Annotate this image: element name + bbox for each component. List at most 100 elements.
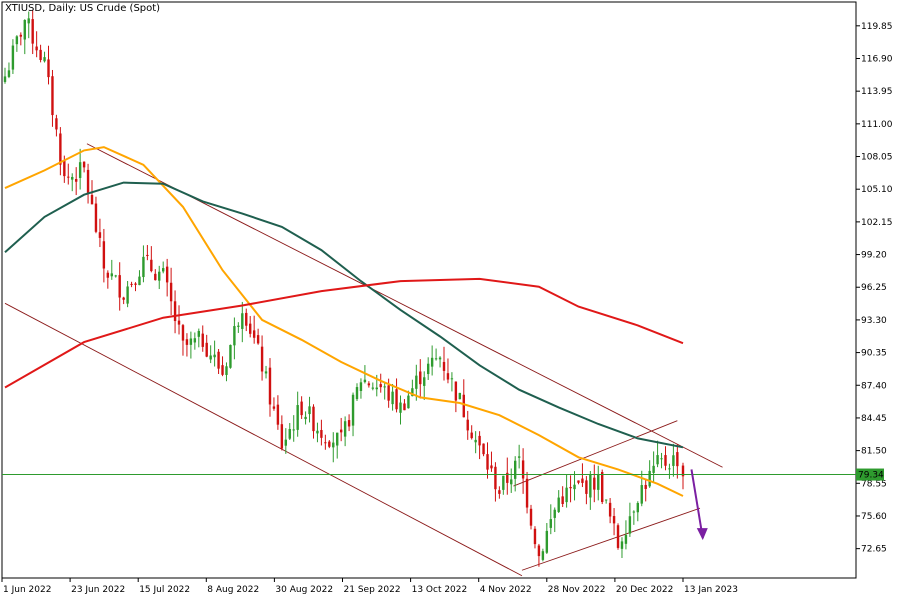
y-tick-label: 99.20 xyxy=(861,251,887,261)
candle-body xyxy=(268,367,272,405)
candle-body xyxy=(672,455,675,466)
candle-body xyxy=(601,472,604,502)
moving-average-line xyxy=(4,181,684,449)
moving-average-line xyxy=(4,146,684,497)
candle-body xyxy=(110,273,113,277)
candle-body xyxy=(478,435,481,446)
candle-body xyxy=(597,474,600,490)
candle-body xyxy=(569,487,572,489)
candle-body xyxy=(616,525,620,548)
candle-body xyxy=(434,358,438,360)
x-tick-label: 23 Jun 2022 xyxy=(71,585,125,595)
candle-body xyxy=(31,19,34,44)
candle-body xyxy=(284,439,288,446)
candle-body xyxy=(446,373,450,380)
candle-body xyxy=(134,283,137,285)
candle-body xyxy=(308,406,311,415)
candle-body xyxy=(498,490,501,494)
candle-body xyxy=(640,485,643,504)
candle-body xyxy=(78,162,82,178)
candle-body xyxy=(276,404,280,425)
candle-body xyxy=(229,344,232,368)
x-tick-label: 8 Aug 2022 xyxy=(207,585,259,595)
x-tick-label: 4 Nov 2022 xyxy=(480,585,532,595)
candle-body xyxy=(336,432,339,446)
forecast-arrow-head xyxy=(696,528,708,541)
candle-body xyxy=(27,18,30,24)
candle-body xyxy=(165,266,169,283)
candle-body xyxy=(146,254,149,257)
candle-body xyxy=(454,381,458,401)
candle-body xyxy=(561,496,564,505)
candle-body xyxy=(533,528,537,545)
candle-body xyxy=(118,275,121,298)
y-tick-label: 84.45 xyxy=(861,414,887,424)
candle-body xyxy=(387,385,390,401)
candle-body xyxy=(245,312,248,326)
y-tick-label: 105.10 xyxy=(861,185,893,195)
candle-body xyxy=(482,443,485,455)
candle-body xyxy=(328,441,331,447)
candle-body xyxy=(442,361,446,371)
candle-body xyxy=(221,365,224,375)
candle-body xyxy=(63,160,66,177)
candle-body xyxy=(363,379,367,383)
y-tick-label: 102.15 xyxy=(861,218,893,228)
candle-body xyxy=(67,176,70,178)
candle-body xyxy=(225,366,228,375)
candle-body xyxy=(541,551,545,560)
candle-body xyxy=(537,545,541,557)
candle-body xyxy=(43,57,46,62)
candle-body xyxy=(7,70,11,77)
candle-body xyxy=(181,325,185,341)
candle-body xyxy=(462,394,465,418)
y-tick-label: 75.60 xyxy=(861,512,887,522)
candle-body xyxy=(573,484,576,490)
candle-body xyxy=(260,346,264,372)
candle-body xyxy=(668,468,671,470)
candle-body xyxy=(154,273,157,281)
candle-body xyxy=(233,326,236,346)
candle-body xyxy=(474,439,477,443)
candle-body xyxy=(23,19,26,40)
candle-body xyxy=(209,355,212,360)
candle-body xyxy=(11,45,15,70)
candle-body xyxy=(415,375,418,389)
y-tick-label: 116.90 xyxy=(861,54,893,64)
candle-body xyxy=(237,325,240,327)
current-price-label: 79.34 xyxy=(858,471,884,481)
candle-body xyxy=(347,420,351,427)
candle-body xyxy=(296,405,299,430)
candle-body xyxy=(142,256,145,278)
candle-body xyxy=(581,478,584,483)
candle-body xyxy=(280,424,284,449)
candle-body xyxy=(185,339,189,345)
candle-body xyxy=(399,402,402,413)
candle-body xyxy=(39,49,42,60)
candle-body xyxy=(549,519,552,528)
candle-body xyxy=(256,335,260,344)
candle-body xyxy=(150,259,153,272)
candle-body xyxy=(55,118,58,130)
candle-body xyxy=(470,432,473,439)
trend-line xyxy=(521,507,701,571)
candle-body xyxy=(359,382,363,391)
candle-body xyxy=(375,387,378,390)
candle-body xyxy=(438,357,442,360)
candle-body xyxy=(660,458,663,460)
x-tick-label: 13 Oct 2022 xyxy=(412,585,468,595)
candle-body xyxy=(664,455,667,466)
candle-body xyxy=(604,499,608,501)
candle-body xyxy=(383,386,386,388)
candle-body xyxy=(82,161,86,168)
y-tick-label: 81.50 xyxy=(861,447,887,457)
price-chart[interactable]: 119.85 116.90 113.95 111.00 108.05 105.10 102.… xyxy=(0,0,900,600)
candle-body xyxy=(272,406,276,409)
forecast-arrow-shaft xyxy=(690,469,704,539)
candle-body xyxy=(339,429,343,433)
candle-body xyxy=(102,241,106,269)
candle-body xyxy=(624,534,628,544)
candle-body xyxy=(241,313,244,329)
candle-body xyxy=(513,460,517,479)
x-tick-label: 20 Dec 2022 xyxy=(616,585,674,595)
